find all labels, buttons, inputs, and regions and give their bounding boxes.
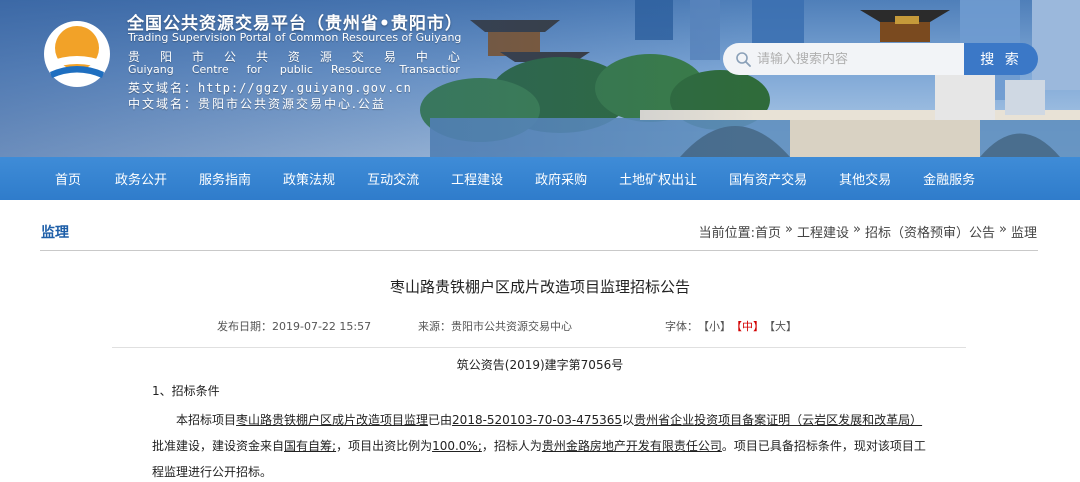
english-domain-value[interactable]: http://ggzy.guiyang.gov.cn — [198, 81, 412, 95]
funding-ratio: 100.0%; — [432, 439, 482, 453]
center-name-en-word: Centre — [191, 63, 229, 76]
paragraph-text: ，招标人为 — [481, 439, 542, 453]
nav-item-gov-affairs[interactable]: 政务公开 — [115, 169, 167, 188]
portal-title-en: Trading Supervision Portal of Common Res… — [128, 31, 462, 44]
breadcrumb-separator: » — [999, 222, 1007, 237]
search-icon — [736, 52, 751, 67]
paragraph-text: 本招标项目 — [176, 413, 237, 427]
section-heading: 1、招标条件 — [152, 384, 220, 398]
article-source-value: 贵阳市公共资源交易中心 — [451, 320, 572, 333]
chinese-domain-value[interactable]: 贵阳市公共资源交易中心.公益 — [198, 97, 386, 111]
nav-item-policies[interactable]: 政策法规 — [283, 169, 335, 188]
nav-item-state-assets[interactable]: 国有资产交易 — [729, 169, 807, 188]
publish-date-value: 2019-07-22 15:57 — [272, 320, 372, 333]
paragraph-text: ，项目出资比例为 — [336, 439, 433, 453]
chinese-domain: 中文域名：贵阳市公共资源交易中心.公益 — [128, 95, 386, 112]
breadcrumb-separator: » — [853, 222, 861, 237]
article-source: 来源：贵阳市公共资源交易中心 — [418, 318, 572, 334]
divider — [112, 347, 966, 348]
paragraph-text: 批准建设，建设资金来自 — [152, 439, 285, 453]
fund-source: 国有自筹; — [284, 439, 337, 453]
breadcrumb-tender-notice[interactable]: 招标（资格预审）公告 — [865, 222, 995, 241]
section-title: 监理 — [41, 225, 69, 241]
main-nav: 首页 政务公开 服务指南 政策法规 互动交流 工程建设 政府采购 土地矿权出让 … — [0, 157, 1080, 200]
font-size-small-button[interactable]: 【小】 — [698, 318, 731, 334]
paragraph-text: 以 — [622, 413, 635, 427]
publish-date: 发布日期：2019-07-22 15:57 — [217, 318, 371, 334]
approval-document: 贵州省企业投资项目备案证明（云岩区发展和改革局） — [634, 413, 923, 427]
nav-item-service-guide[interactable]: 服务指南 — [199, 169, 251, 188]
center-name-en-word: public — [279, 63, 313, 76]
center-name-en-word: Guiyang — [128, 63, 174, 76]
divider — [40, 250, 1038, 251]
center-name-en-word: Resource — [330, 63, 382, 76]
center-name-en-word: for — [246, 63, 262, 76]
center-name-en-word: Transactior — [399, 63, 460, 76]
breadcrumb-supervision[interactable]: 监理 — [1011, 222, 1037, 241]
breadcrumb-home[interactable]: 首页 — [755, 222, 781, 241]
header-banner: 全国公共资源交易平台（贵州省•贵阳市） Trading Supervision … — [0, 0, 1080, 157]
font-size-large-button[interactable]: 【大】 — [764, 318, 797, 334]
project-name: 枣山路贵铁棚户区成片改造项目监理 — [236, 413, 429, 427]
nav-item-procurement[interactable]: 政府采购 — [535, 169, 587, 188]
nav-item-home[interactable]: 首页 — [55, 169, 81, 188]
nav-item-engineering[interactable]: 工程建设 — [451, 169, 503, 188]
breadcrumb: 当前位置: 首页 » 工程建设 » 招标（资格预审）公告 » 监理 — [699, 222, 1037, 241]
document-number: 筑公资告(2019)建字第7056号 — [456, 358, 624, 372]
font-size-label: 字体： — [665, 320, 698, 333]
center-name-en: Guiyang Centre for public Resource Trans… — [128, 63, 460, 76]
nav-item-financial[interactable]: 金融服务 — [923, 169, 975, 188]
paragraph-text: 已由 — [428, 413, 453, 427]
logo-emblem-icon[interactable] — [40, 20, 115, 88]
publish-date-label: 发布日期： — [217, 320, 272, 333]
article-title: 枣山路贵铁棚户区成片改造项目监理招标公告 — [389, 278, 690, 296]
nav-item-other-trading[interactable]: 其他交易 — [839, 169, 891, 188]
tenderer-name: 贵州金路房地产开发有限责任公司 — [541, 439, 722, 453]
article-source-label: 来源： — [418, 320, 451, 333]
project-code: 2018-520103-70-03-475365 — [452, 413, 623, 427]
search-box — [723, 43, 965, 75]
nav-item-interaction[interactable]: 互动交流 — [367, 169, 419, 188]
breadcrumb-separator: » — [785, 222, 794, 237]
font-size-switcher: 字体： 【小】 【中】 【大】 — [665, 318, 797, 334]
search-button[interactable]: 搜 索 — [964, 43, 1038, 75]
article-paragraph: 本招标项目枣山路贵铁棚户区成片改造项目监理已由2018-520103-70-03… — [152, 407, 930, 482]
breadcrumb-prefix: 当前位置: — [698, 226, 756, 241]
search-input[interactable] — [757, 51, 957, 67]
english-domain-label: 英文域名： — [128, 81, 199, 95]
font-size-medium-button[interactable]: 【中】 — [731, 318, 764, 334]
breadcrumb-engineering[interactable]: 工程建设 — [797, 222, 849, 241]
chinese-domain-label: 中文域名： — [128, 97, 199, 111]
nav-item-land-mining[interactable]: 土地矿权出让 — [619, 169, 697, 188]
english-domain: 英文域名：http://ggzy.guiyang.gov.cn — [128, 79, 412, 96]
